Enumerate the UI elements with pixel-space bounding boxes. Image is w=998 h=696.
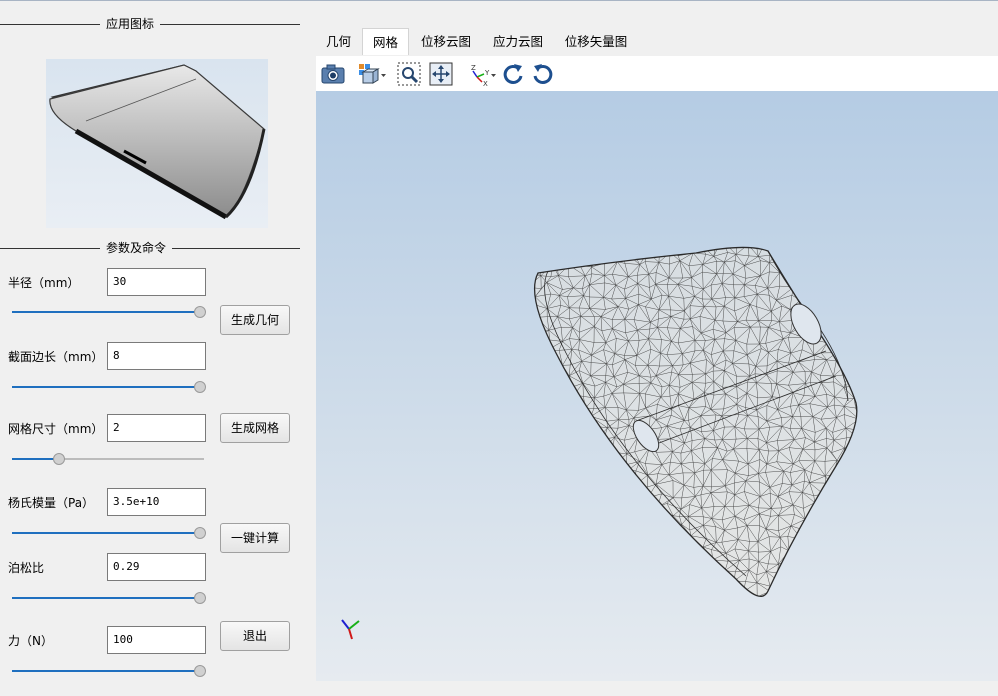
tab-geometry[interactable]: 几何: [316, 28, 361, 55]
camera-icon[interactable]: [320, 61, 346, 87]
force-label: 力（N）: [8, 634, 53, 648]
app-icon-image: [46, 59, 268, 228]
youngs-modulus-label: 杨氏模量（Pa）: [8, 496, 95, 510]
exit-button[interactable]: 退出: [220, 621, 290, 651]
svg-text:Y: Y: [484, 69, 490, 77]
window-top-border: [0, 0, 998, 1]
slider-thumb[interactable]: [53, 453, 65, 465]
mesh-size-label: 网格尺寸（mm）: [8, 422, 104, 436]
slider-thumb[interactable]: [194, 306, 206, 318]
params-group-header: 参数及命令: [0, 241, 300, 255]
radius-input[interactable]: 30: [107, 268, 206, 296]
rotate-cw-icon[interactable]: [500, 61, 526, 87]
radius-label: 半径（mm）: [8, 276, 80, 290]
generate-geometry-button[interactable]: 生成几何: [220, 305, 290, 335]
3d-viewport[interactable]: [316, 91, 998, 681]
slider-thumb[interactable]: [194, 665, 206, 677]
mesh-model: [341, 246, 858, 640]
tab-displacement-vector[interactable]: 位移矢量图: [556, 28, 636, 55]
youngs-modulus-slider[interactable]: [10, 526, 206, 540]
one-click-compute-button[interactable]: 一键计算: [220, 523, 290, 553]
slider-thumb[interactable]: [194, 527, 206, 539]
section-length-label: 截面边长（mm）: [8, 350, 104, 364]
force-input[interactable]: 100: [107, 626, 206, 654]
tab-displacement-contour[interactable]: 位移云图: [412, 28, 480, 55]
generate-mesh-button[interactable]: 生成网格: [220, 413, 290, 443]
zoom-box-icon[interactable]: [396, 61, 422, 87]
slider-thumb[interactable]: [194, 592, 206, 604]
svg-text:X: X: [483, 80, 488, 87]
app-icon-group-header: 应用图标: [0, 17, 300, 31]
force-slider[interactable]: [10, 664, 206, 678]
radius-slider[interactable]: [10, 305, 206, 319]
params-group-title: 参数及命令: [100, 241, 173, 255]
axes-icon[interactable]: Z Y X: [468, 61, 498, 88]
app-icon-group-title: 应用图标: [100, 17, 161, 31]
youngs-modulus-input[interactable]: 3.5e+10: [107, 488, 206, 516]
slider-thumb[interactable]: [194, 381, 206, 393]
mesh-size-input[interactable]: 2: [107, 414, 206, 442]
rotate-ccw-icon[interactable]: [530, 61, 556, 87]
poisson-ratio-slider[interactable]: [10, 591, 206, 605]
section-length-slider[interactable]: [10, 380, 206, 394]
view-cube-icon[interactable]: [356, 61, 388, 87]
tab-stress-contour[interactable]: 应力云图: [484, 28, 552, 55]
orientation-axes-icon: [341, 619, 360, 640]
mesh-size-slider[interactable]: [10, 452, 206, 466]
viewer-toolbar: Z Y X: [316, 56, 998, 91]
tab-mesh[interactable]: 网格: [362, 28, 409, 55]
poisson-ratio-label: 泊松比: [8, 561, 45, 575]
fit-view-icon[interactable]: [428, 61, 454, 87]
poisson-ratio-input[interactable]: 0.29: [107, 553, 206, 581]
section-length-input[interactable]: 8: [107, 342, 206, 370]
